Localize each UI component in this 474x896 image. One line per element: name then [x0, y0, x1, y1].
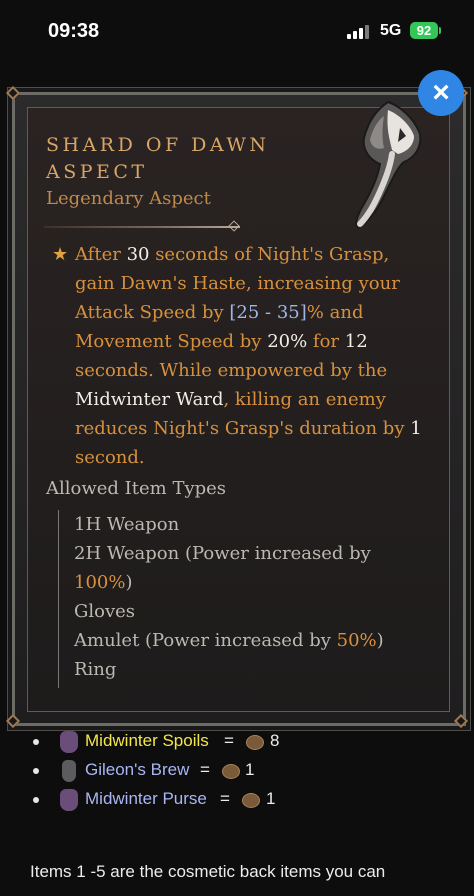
item-type: Ring [74, 659, 117, 680]
allowed-types-rule [58, 510, 59, 688]
cellular-signal-icon [347, 25, 371, 39]
list-item: Midwinter Purse = 1 [0, 786, 474, 814]
close-button[interactable]: × [418, 70, 464, 116]
power-value: 100% [74, 572, 126, 593]
item-type: ) [376, 630, 384, 651]
title-divider [44, 226, 240, 228]
axe-icon [355, 100, 422, 230]
bag-icon [60, 731, 78, 753]
aspect-rarity: Legendary Aspect [46, 188, 211, 209]
list-item: Gileon's Brew = 1 [0, 757, 474, 785]
network-type: 5G [380, 22, 402, 39]
desc-text: second. [75, 447, 145, 468]
equals-sign: = [224, 731, 234, 750]
close-icon: × [432, 76, 450, 109]
aspect-description-text: After 30 seconds of Night's Grasp, gain … [75, 240, 425, 472]
item-link[interactable]: Midwinter Spoils [85, 731, 209, 751]
desc-text: After [75, 244, 127, 265]
list-item: 1H Weapon [74, 510, 414, 539]
flask-icon [62, 760, 76, 782]
legendary-star-icon: ★ [52, 244, 69, 265]
item-quantity: 8 [270, 731, 280, 750]
item-type: Amulet (Power increased by [74, 630, 337, 651]
desc-value: 20% [267, 331, 308, 352]
item-quantity: 1 [266, 789, 276, 808]
desc-value: 1 [410, 418, 422, 439]
body-text: Items 1 -5 are the cosmetic back items y… [30, 862, 386, 881]
bullet [33, 768, 39, 774]
desc-value: 12 [344, 331, 368, 352]
item-link[interactable]: Gileon's Brew [85, 760, 189, 780]
list-item: Ring [74, 655, 414, 684]
list-item: Gloves [74, 597, 414, 626]
item-link[interactable]: Midwinter Purse [85, 789, 207, 809]
allowed-item-types-heading: Allowed Item Types [46, 478, 227, 499]
item-quantity: 1 [245, 760, 255, 779]
item-type: ) [125, 572, 133, 593]
power-value: 50% [336, 630, 377, 651]
coin-icon [246, 735, 264, 750]
desc-text: seconds. While empowered by the [75, 360, 388, 381]
desc-range-value: [25 - 35] [229, 302, 307, 323]
desc-value: 30 [126, 244, 150, 265]
list-item: Amulet (Power increased by 50%) [74, 626, 414, 655]
item-type: 1H Weapon [74, 514, 180, 535]
item-type: 2H Weapon (Power increased by [74, 543, 371, 564]
clock: 09:38 [48, 20, 100, 42]
battery-icon: 92 [410, 22, 438, 39]
list-item: 2H Weapon (Power increased by 100%) [74, 539, 414, 597]
coin-icon [242, 793, 260, 808]
desc-text: for [307, 331, 345, 352]
bullet [33, 739, 39, 745]
battery-level: 92 [416, 23, 432, 38]
equals-sign: = [220, 789, 230, 808]
item-type: Gloves [74, 601, 136, 622]
bullet [33, 797, 39, 803]
status-bar: 09:38 5G 92 [0, 0, 474, 62]
coin-icon [222, 764, 240, 779]
aspect-title: Shard of Dawn Aspect [46, 134, 270, 183]
purse-icon [60, 789, 78, 811]
desc-keyword: Midwinter Ward [75, 389, 224, 410]
allowed-item-types-list: 1H Weapon 2H Weapon (Power increased by … [74, 510, 414, 684]
battery-tip [439, 27, 441, 34]
equals-sign: = [200, 760, 210, 779]
list-item: Midwinter Spoils = 8 [0, 728, 474, 756]
